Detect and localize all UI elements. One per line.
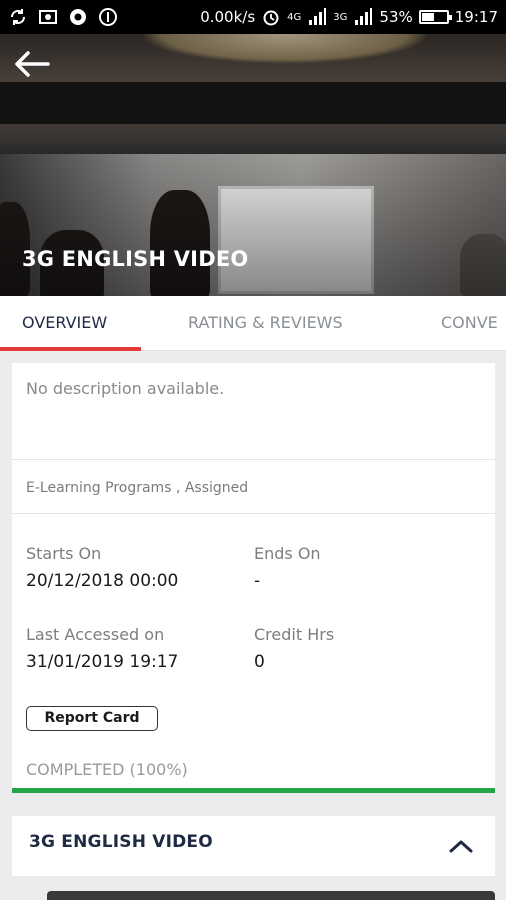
chrome-icon — [70, 9, 86, 25]
chevron-up-icon[interactable] — [447, 836, 475, 856]
course-description: No description available. — [26, 379, 225, 398]
battery-percent: 53% — [379, 8, 413, 26]
clock: 19:17 — [454, 8, 498, 26]
progress-bar — [12, 788, 495, 793]
course-hero-image: 3G ENGLISH VIDEO — [0, 34, 506, 296]
signal-icon — [309, 8, 327, 25]
ends-on-value: - — [254, 571, 261, 591]
course-category: E-Learning Programs , Assigned — [26, 480, 249, 496]
last-accessed-label: Last Accessed on — [26, 625, 165, 644]
progress-bar-fill — [12, 788, 495, 793]
tab-rating-reviews[interactable]: RATING & REVIEWS — [188, 296, 343, 351]
divider — [12, 513, 495, 514]
course-title: 3G ENGLISH VIDEO — [22, 247, 249, 271]
alarm-icon — [263, 10, 279, 26]
content-section-header[interactable]: 3G ENGLISH VIDEO — [12, 816, 495, 876]
active-tab-indicator — [0, 347, 141, 351]
status-bar: 0.00k/s 4G 3G 53% 19:17 — [0, 0, 506, 34]
section-title: 3G ENGLISH VIDEO — [29, 832, 213, 852]
overview-card: No description available. E-Learning Pro… — [12, 363, 495, 793]
sync-icon — [10, 9, 26, 25]
credit-hrs-label: Credit Hrs — [254, 625, 335, 644]
completion-status: COMPLETED (100%) — [26, 760, 188, 779]
tab-bar: OVERVIEW RATING & REVIEWS CONVE — [0, 296, 506, 351]
video-thumbnail[interactable] — [47, 891, 495, 900]
network-type-1: 4G — [287, 11, 302, 23]
starts-on-value: 20/12/2018 00:00 — [26, 571, 179, 591]
tab-conversations[interactable]: CONVE — [441, 296, 498, 351]
battery-icon — [418, 10, 452, 24]
starts-on-label: Starts On — [26, 544, 102, 563]
app-screen: 0.00k/s 4G 3G 53% 19:17 3G ENGLISH VIDEO… — [0, 0, 506, 900]
divider — [12, 459, 495, 460]
screenshot-icon — [39, 10, 57, 24]
last-accessed-value: 31/01/2019 19:17 — [26, 652, 179, 672]
back-arrow-icon[interactable] — [12, 48, 52, 80]
ends-on-label: Ends On — [254, 544, 321, 563]
credit-hrs-value: 0 — [254, 652, 265, 672]
notification-icon — [99, 8, 117, 26]
signal-icon — [355, 8, 373, 25]
report-card-button[interactable]: Report Card — [26, 706, 158, 731]
tab-overview[interactable]: OVERVIEW — [22, 296, 107, 351]
network-speed: 0.00k/s — [200, 8, 256, 26]
network-type-2: 3G — [333, 11, 348, 23]
